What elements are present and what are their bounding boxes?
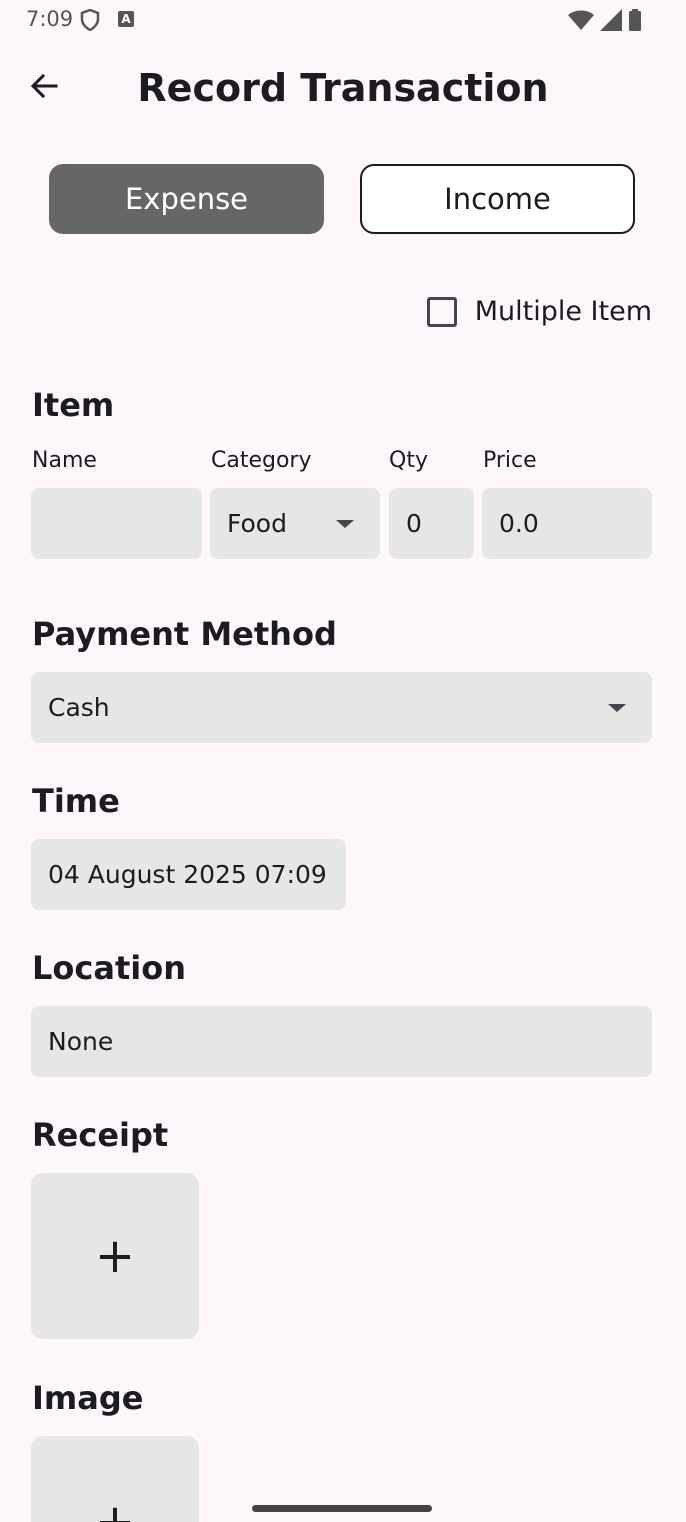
- category-label: Category: [211, 448, 312, 473]
- home-indicator[interactable]: [252, 1505, 432, 1512]
- multiple-item-row[interactable]: Multiple Item: [426, 296, 652, 327]
- category-dropdown[interactable]: Food: [210, 488, 380, 559]
- location-field[interactable]: None: [31, 1006, 652, 1077]
- add-receipt-button[interactable]: +: [31, 1173, 199, 1339]
- payment-method-title: Payment Method: [32, 615, 337, 653]
- item-section-title: Item: [32, 386, 115, 424]
- arrow-left-icon: [29, 71, 59, 106]
- multiple-item-label: Multiple Item: [474, 296, 652, 327]
- add-image-button[interactable]: +: [31, 1436, 199, 1522]
- status-icons: [568, 9, 642, 36]
- price-input[interactable]: 0.0: [482, 488, 652, 559]
- payment-method-dropdown[interactable]: Cash: [31, 672, 652, 743]
- image-title: Image: [32, 1379, 144, 1417]
- shield-icon: [80, 8, 100, 36]
- keyboard-a-icon: A: [118, 11, 134, 27]
- receipt-title: Receipt: [32, 1116, 169, 1154]
- status-bar: 7:09 A: [0, 0, 686, 40]
- plus-icon: +: [94, 1228, 136, 1284]
- page-title: Record Transaction: [137, 66, 549, 110]
- payment-method-value: Cash: [48, 693, 110, 722]
- location-title: Location: [32, 949, 186, 987]
- name-label: Name: [32, 448, 97, 473]
- app-bar: Record Transaction: [0, 54, 686, 120]
- plus-icon: +: [94, 1494, 136, 1522]
- dropdown-arrow-icon: [336, 519, 354, 528]
- status-time: 7:09: [26, 7, 74, 31]
- price-label: Price: [483, 448, 537, 473]
- signal-icon: [600, 9, 622, 36]
- transaction-type-toggle: Expense Income: [49, 164, 635, 234]
- time-title: Time: [32, 782, 120, 820]
- back-button[interactable]: [20, 64, 68, 112]
- income-button[interactable]: Income: [360, 164, 635, 234]
- qty-input[interactable]: 0: [389, 488, 474, 559]
- wifi-icon: [568, 10, 594, 35]
- name-input[interactable]: [31, 488, 202, 559]
- battery-icon: [628, 9, 642, 36]
- dropdown-arrow-icon: [608, 703, 626, 712]
- expense-button[interactable]: Expense: [49, 164, 324, 234]
- multiple-item-checkbox[interactable]: [426, 296, 457, 327]
- category-value: Food: [227, 509, 287, 538]
- time-picker[interactable]: 04 August 2025 07:09: [31, 839, 346, 910]
- qty-label: Qty: [389, 448, 428, 473]
